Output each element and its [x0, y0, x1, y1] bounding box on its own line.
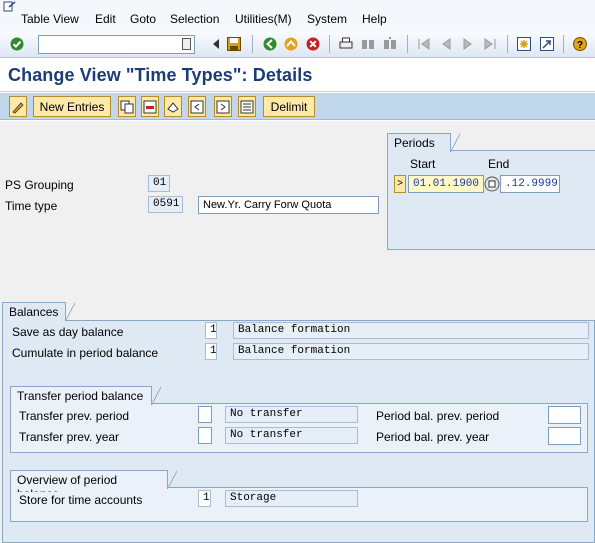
ps-grouping-value: 01 — [148, 175, 170, 192]
ps-grouping-label: PS Grouping — [5, 178, 74, 192]
cumulate-period-balance-label: Cumulate in period balance — [8, 345, 208, 362]
find-icon[interactable] — [360, 36, 376, 52]
svg-text:?: ? — [577, 40, 583, 51]
save-day-balance-code[interactable]: 1 — [205, 322, 217, 339]
previous-entry-icon[interactable] — [188, 96, 206, 117]
transfer-prev-period-field[interactable] — [198, 406, 212, 423]
next-entry-icon[interactable] — [214, 96, 232, 117]
copy-as-icon[interactable] — [118, 96, 136, 117]
display-change-icon[interactable] — [9, 96, 27, 117]
find-next-icon[interactable] — [382, 36, 398, 52]
delimit-button[interactable]: Delimit — [263, 96, 315, 117]
previous-page-icon[interactable] — [438, 36, 454, 52]
menu-selection[interactable]: Selection — [170, 12, 219, 26]
start-label: Start — [410, 157, 436, 171]
cancel-icon[interactable] — [305, 36, 321, 52]
transfer-group-title: Transfer period balance — [10, 386, 161, 405]
sap-window-icon[interactable] — [3, 1, 17, 13]
transfer-prev-period-text: No transfer — [225, 406, 358, 423]
menu-edit[interactable]: Edit — [95, 12, 116, 26]
time-type-label: Time type — [5, 199, 58, 213]
transfer-prev-year-text: No transfer — [225, 427, 358, 444]
command-history-icon[interactable] — [182, 38, 191, 50]
time-type-value: 0591 — [148, 196, 183, 213]
undo-change-icon[interactable] — [164, 96, 182, 117]
menu-system[interactable]: System — [307, 12, 347, 26]
menubar: Table View Edit Goto Selection Utilities… — [0, 0, 595, 31]
period-bal-prev-year-field[interactable] — [548, 427, 581, 445]
save-day-balance-text: Balance formation — [233, 322, 589, 339]
calendar-icon[interactable] — [484, 176, 500, 192]
store-time-accounts-code[interactable]: 1 — [198, 490, 211, 507]
shortcut-icon[interactable] — [539, 36, 555, 52]
back-icon[interactable] — [262, 36, 278, 52]
expand-arrow-icon[interactable] — [208, 36, 224, 52]
store-time-accounts-label: Store for time accounts — [15, 492, 195, 509]
help-icon[interactable]: ? — [572, 36, 588, 52]
period-bal-prev-year-label: Period bal. prev. year — [372, 429, 542, 446]
period-bal-prev-period-label: Period bal. prev. period — [372, 408, 542, 425]
store-time-accounts-text: Storage — [225, 490, 358, 507]
standard-toolbar: ? — [0, 31, 595, 58]
page-title: Change View "Time Types": Details — [8, 65, 313, 85]
enter-icon[interactable] — [9, 36, 25, 52]
periods-group-title: Periods — [387, 133, 460, 152]
new-session-icon[interactable] — [516, 36, 532, 52]
balances-group-title: Balances — [2, 302, 75, 321]
new-entries-button[interactable]: New Entries — [33, 96, 111, 117]
menu-utilities[interactable]: Utilities(M) — [235, 12, 292, 26]
print-icon[interactable] — [338, 36, 354, 52]
first-page-icon[interactable] — [416, 36, 432, 52]
application-toolbar: New Entries Delimit — [0, 93, 595, 120]
menu-help[interactable]: Help — [362, 12, 387, 26]
variable-list-icon[interactable] — [238, 96, 256, 117]
row-selector-button[interactable]: > — [394, 175, 406, 193]
start-date-field[interactable]: 01.01.1900 — [408, 175, 484, 193]
cumulate-period-balance-code[interactable]: 1 — [205, 343, 217, 360]
menu-table-view[interactable]: Table View — [21, 12, 79, 26]
next-page-icon[interactable] — [460, 36, 476, 52]
end-label: End — [488, 157, 510, 171]
delete-icon[interactable] — [141, 96, 159, 117]
overview-group-title: Overview of period balance — [10, 470, 177, 501]
transfer-prev-period-label: Transfer prev. period — [15, 408, 195, 425]
cumulate-period-balance-text: Balance formation — [233, 343, 589, 360]
last-page-icon[interactable] — [482, 36, 498, 52]
end-date-field[interactable]: .12.9999 — [500, 175, 560, 193]
exit-icon[interactable] — [283, 36, 299, 52]
transfer-prev-year-label: Transfer prev. year — [15, 429, 195, 446]
menu-goto[interactable]: Goto — [130, 12, 156, 26]
transfer-prev-year-field[interactable] — [198, 427, 212, 444]
save-icon[interactable] — [226, 36, 242, 52]
command-field[interactable] — [38, 35, 195, 54]
period-bal-prev-period-field[interactable] — [548, 406, 581, 424]
time-type-text: New.Yr. Carry Forw Quota — [198, 196, 379, 214]
save-day-balance-label: Save as day balance — [8, 324, 208, 341]
